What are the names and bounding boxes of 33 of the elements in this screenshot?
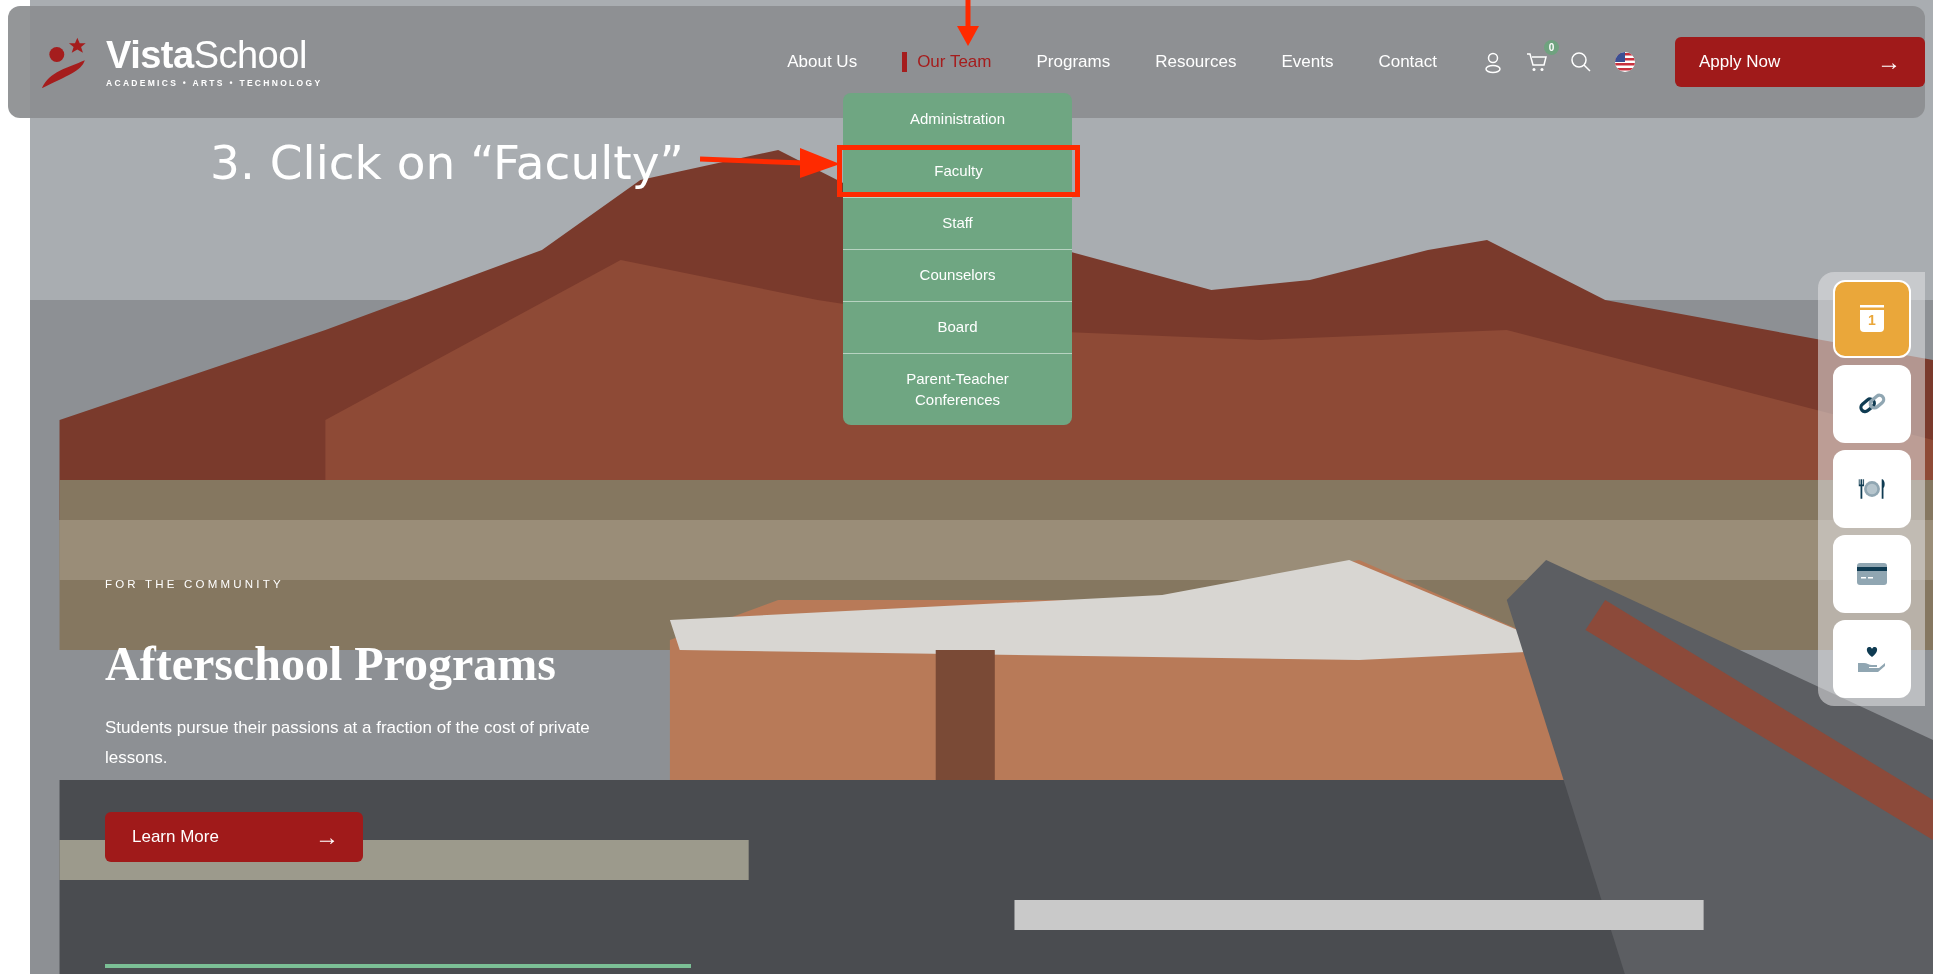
payment-button[interactable]	[1833, 535, 1911, 613]
dropdown-item[interactable]: Board	[843, 301, 1072, 353]
credit-card-icon	[1857, 560, 1887, 588]
dropdown-item[interactable]: Counselors	[843, 249, 1072, 301]
annotation-text: 3. Click on “Faculty”	[210, 135, 684, 190]
cart-count-badge: 0	[1544, 40, 1559, 55]
dropdown-item[interactable]: Parent-Teacher Conferences	[843, 353, 1072, 425]
calendar-day: 1	[1859, 313, 1885, 327]
search-icon[interactable]	[1569, 50, 1593, 74]
dropdown-item[interactable]: Staff	[843, 197, 1072, 249]
nav-link[interactable]: Contact	[1378, 52, 1437, 72]
calendar-button[interactable]: 1	[1833, 280, 1911, 358]
donate-button[interactable]	[1833, 620, 1911, 698]
dropdown-item[interactable]: Faculty	[837, 145, 1080, 197]
dining-button[interactable]	[1833, 450, 1911, 528]
learn-more-button[interactable]: Learn More →	[105, 812, 363, 863]
nav-link[interactable]: Resources	[1155, 52, 1237, 72]
links-button[interactable]	[1833, 365, 1911, 443]
flag-icon[interactable]	[1613, 50, 1637, 74]
hand-heart-icon	[1857, 645, 1887, 673]
hero-text: Students pursue their passions at a fraction of the cost of private lessons.	[105, 716, 591, 769]
dropdown-item[interactable]: Administration	[843, 93, 1072, 145]
hero-eyebrow: FOR THE COMMUNITY	[105, 578, 285, 590]
nav-link[interactable]: Events	[1281, 52, 1334, 72]
cart-icon[interactable]	[1525, 50, 1549, 74]
nav-link[interactable]: Our Team	[902, 52, 992, 72]
logo-tagline: ACADEMICS • ARTS • TECHNOLOGY	[106, 78, 323, 88]
nav-link[interactable]: Programs	[1036, 52, 1111, 72]
apply-now-button[interactable]: Apply Now →	[1675, 37, 1925, 87]
hero-title: Afterschool Programs	[105, 638, 557, 691]
calendar-icon	[1859, 305, 1885, 333]
logo-wordmark: VistaSchool	[106, 36, 308, 74]
nav-link[interactable]: About Us	[787, 52, 858, 72]
